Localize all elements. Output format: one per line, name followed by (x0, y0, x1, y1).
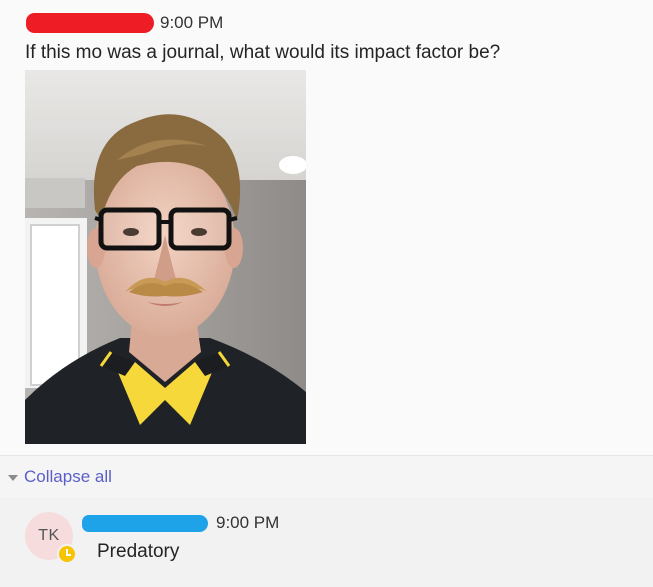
collapse-all-label: Collapse all (24, 467, 112, 486)
reply-header: 9:00 PM (82, 511, 279, 535)
away-status-icon (57, 544, 77, 564)
reply-message: TK 9:00 PM Predatory (0, 497, 653, 587)
collapse-all-button[interactable]: Collapse all (0, 457, 653, 497)
post-timestamp: 9:00 PM (160, 13, 224, 32)
reply-body-text: Predatory (97, 541, 180, 562)
message-post: 9:00 PM If this mo was a journal, what w… (0, 0, 653, 456)
redacted-author-name (26, 13, 154, 33)
post-image[interactable] (25, 70, 306, 444)
post-body-text: If this mo was a journal, what would its… (25, 42, 501, 63)
redacted-reply-author-name (82, 514, 208, 532)
caret-down-icon (8, 475, 18, 481)
reply-timestamp: 9:00 PM (216, 513, 280, 532)
post-header: 9:00 PM (26, 10, 223, 36)
